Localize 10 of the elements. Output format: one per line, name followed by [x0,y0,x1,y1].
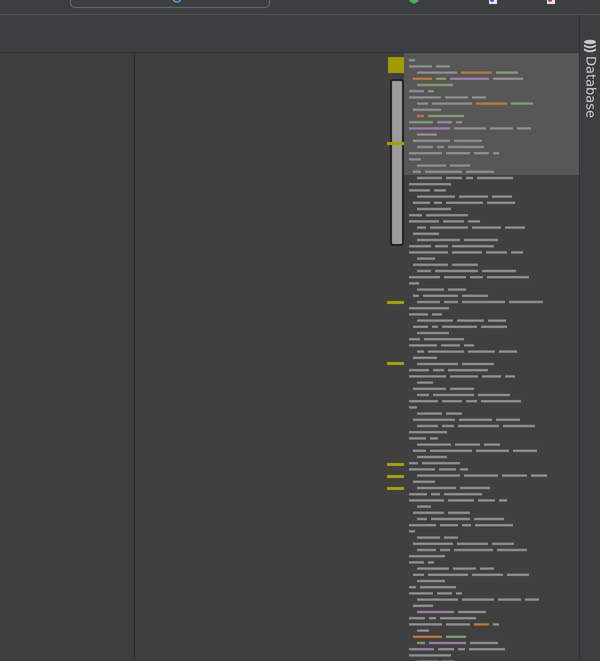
database-tool-button[interactable]: Database [582,56,598,118]
warning-marker[interactable] [387,463,404,466]
warning-marker[interactable] [387,487,404,490]
warning-marker[interactable] [387,475,404,478]
database-icon [583,39,597,53]
warning-marker[interactable] [387,362,404,365]
code-minimap-drawing[interactable] [404,53,579,661]
warning-marker[interactable] [387,142,404,145]
warning-marker[interactable] [387,301,404,304]
scrollbar-thumb[interactable] [390,79,404,246]
